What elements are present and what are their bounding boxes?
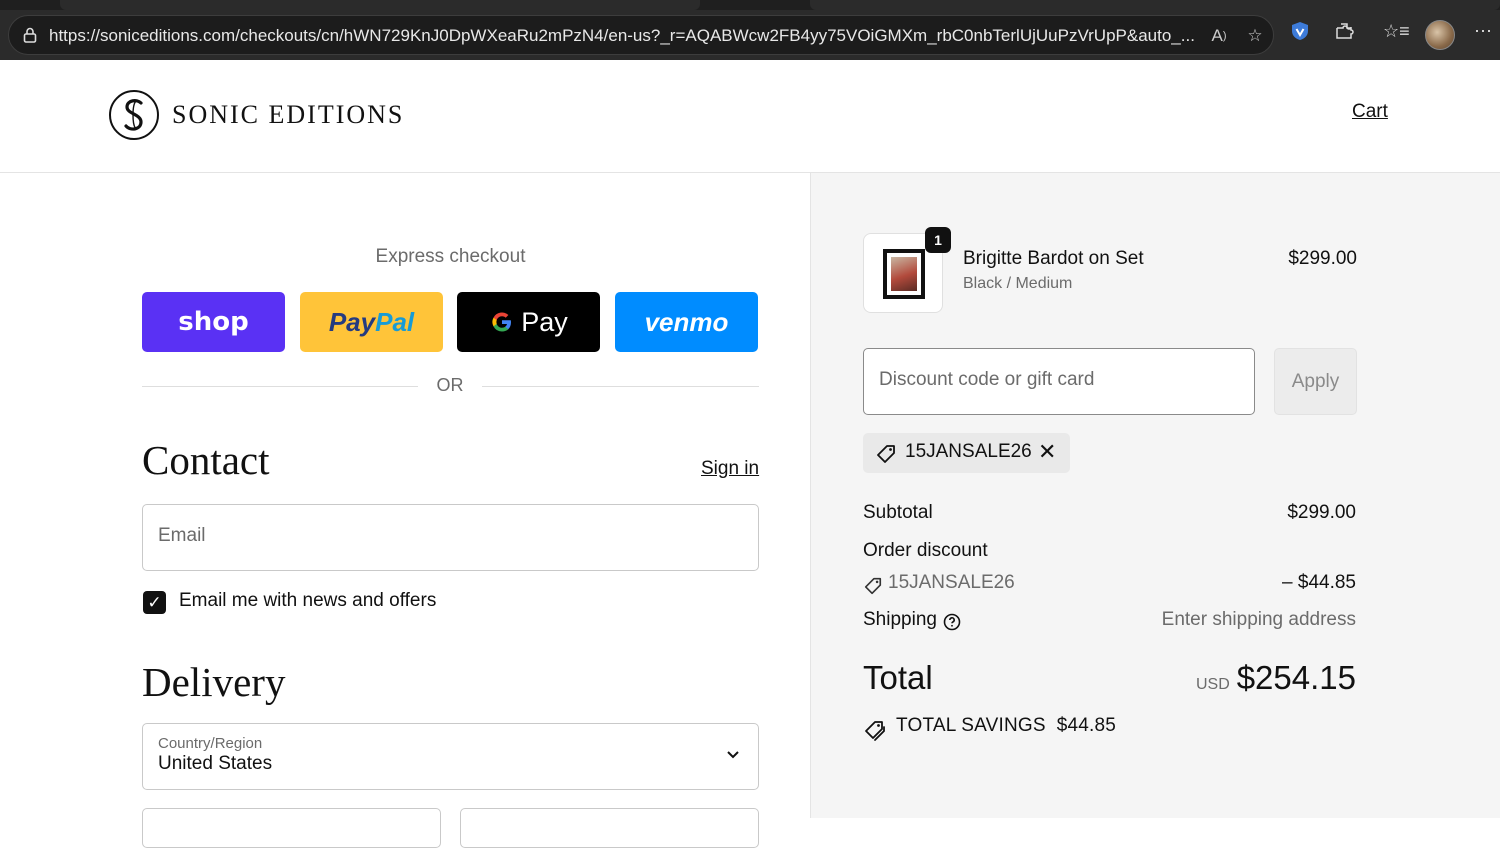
shop-pay-button[interactable]: shop	[142, 292, 285, 352]
brand-logo-icon[interactable]	[108, 89, 160, 141]
email-placeholder: Email	[158, 525, 206, 546]
extensions-icon[interactable]	[1333, 20, 1355, 42]
savings-value: $44.85	[1056, 715, 1117, 736]
checkout-form: Express checkout shop Pay Pal Pay venmo O…	[0, 174, 810, 848]
quantity-badge: 1	[925, 227, 951, 253]
browser-toolbar: https://soniceditions.com/checkouts/cn/h…	[0, 0, 1500, 60]
country-select[interactable]: Country/Region United States	[142, 723, 759, 790]
tab-strip	[0, 0, 1500, 10]
subtotal-value: $299.00	[1287, 502, 1356, 523]
or-separator: OR	[436, 375, 464, 395]
divider	[142, 386, 418, 387]
shipping-label: Shipping	[863, 609, 937, 630]
discount-amount: – $44.85	[1282, 572, 1356, 593]
applied-discount-chip: 15JANSALE26 ✕	[863, 433, 1070, 473]
delivery-heading: Delivery	[142, 659, 286, 705]
last-name-field[interactable]	[460, 808, 759, 848]
paypal-logo-text: Pay	[328, 306, 376, 337]
browser-tab[interactable]	[810, 0, 1500, 10]
cart-link[interactable]: Cart	[1352, 101, 1388, 123]
site-header: SONIC EDITIONS Cart	[0, 60, 1500, 173]
help-circle-icon[interactable]	[943, 613, 961, 631]
brand-name[interactable]: SONIC EDITIONS	[172, 100, 404, 130]
country-label: Country/Region	[158, 735, 263, 752]
product-variant: Black / Medium	[963, 275, 1073, 292]
country-value: United States	[158, 753, 273, 774]
framed-print-image	[883, 249, 925, 299]
order-discount-label: Order discount	[863, 540, 988, 561]
discount-placeholder: Discount code or gift card	[879, 369, 1095, 390]
total-currency: USD	[1196, 676, 1230, 693]
google-pay-label: Pay	[521, 306, 568, 337]
product-name: Brigitte Bardot on Set	[963, 248, 1144, 269]
subtotal-label: Subtotal	[863, 502, 933, 523]
newsletter-label[interactable]: Email me with news and offers	[179, 590, 436, 612]
product-price: $299.00	[1288, 248, 1357, 269]
divider	[482, 386, 759, 387]
google-pay-button[interactable]: Pay	[457, 292, 600, 352]
email-field[interactable]: Email	[142, 504, 759, 571]
favorite-star-icon[interactable]: ☆	[1245, 26, 1265, 46]
express-checkout-title: Express checkout	[375, 246, 526, 267]
discount-code-input[interactable]: Discount code or gift card	[863, 348, 1255, 415]
profile-avatar[interactable]	[1425, 20, 1455, 50]
savings-label: TOTAL SAVINGS	[896, 715, 1046, 736]
tag-icon	[877, 445, 895, 463]
shipping-value: Enter shipping address	[1161, 609, 1356, 630]
total-savings: TOTAL SAVINGS $44.85	[896, 715, 1116, 737]
url-text[interactable]: https://soniceditions.com/checkouts/cn/h…	[49, 26, 1199, 46]
apply-discount-button[interactable]: Apply	[1274, 348, 1357, 415]
google-g-icon	[492, 312, 512, 332]
address-bar[interactable]: https://soniceditions.com/checkouts/cn/h…	[8, 15, 1274, 55]
order-summary: 1 Brigitte Bardot on Set Black / Medium …	[810, 173, 1500, 818]
read-aloud-icon[interactable]: A)	[1209, 26, 1229, 46]
savings-tags-icon	[865, 721, 885, 741]
remove-discount-icon[interactable]: ✕	[1038, 441, 1056, 463]
total-amount: $254.15	[1236, 659, 1356, 696]
shield-extension-icon[interactable]	[1289, 20, 1311, 42]
chevron-down-icon	[727, 751, 739, 759]
browser-tab[interactable]	[60, 0, 700, 10]
first-name-field[interactable]	[142, 808, 441, 848]
sign-in-link[interactable]: Sign in	[701, 458, 759, 480]
paypal-button[interactable]: Pay Pal	[300, 292, 443, 352]
applied-code: 15JANSALE26	[905, 441, 1032, 462]
tag-icon	[864, 577, 882, 595]
venmo-button[interactable]: venmo	[615, 292, 758, 352]
total-label: Total	[863, 659, 933, 696]
favorites-icon[interactable]: ☆≡	[1383, 20, 1410, 42]
newsletter-checkbox[interactable]: ✓	[143, 591, 166, 614]
more-menu-icon[interactable]: ⋯	[1472, 20, 1494, 42]
discount-code-label: 15JANSALE26	[888, 572, 1015, 593]
contact-heading: Contact	[142, 437, 270, 483]
lock-icon[interactable]	[21, 26, 39, 44]
